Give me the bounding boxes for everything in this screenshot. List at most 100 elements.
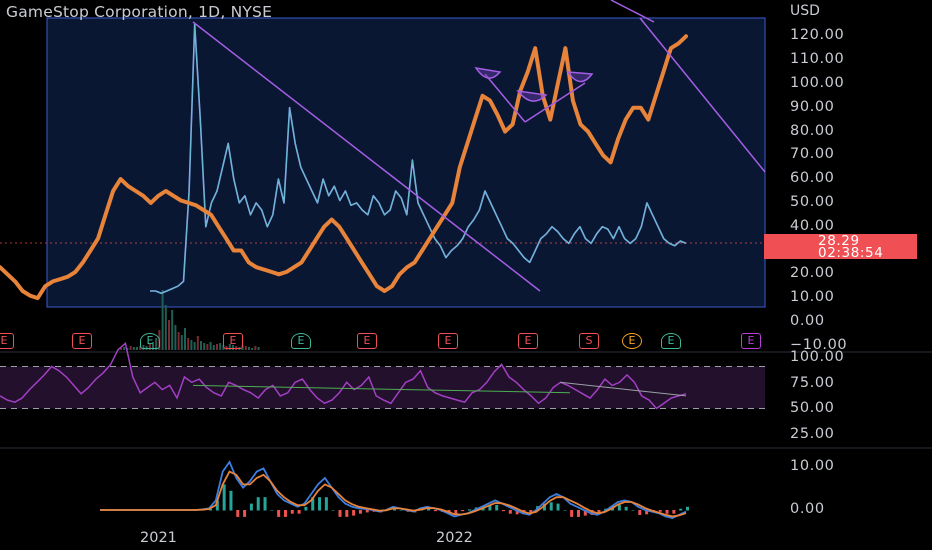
macd-histogram-bar xyxy=(399,510,403,511)
macd-histogram-bar xyxy=(495,504,499,511)
macd-histogram-bar xyxy=(549,502,553,511)
y-tick-label: 0.00 xyxy=(790,313,825,329)
macd-histogram-bar xyxy=(508,510,512,514)
macd-histogram-bar xyxy=(679,508,683,511)
macd-histogram-bar xyxy=(658,510,662,512)
macd-histogram-bar xyxy=(665,510,669,514)
volume-bar xyxy=(164,305,167,350)
volume-bar xyxy=(161,290,164,350)
volume-bar xyxy=(251,348,254,350)
y-tick-label: 110.00 xyxy=(790,51,845,68)
y-tick-label: 60.00 xyxy=(790,170,835,187)
macd-histogram-bar xyxy=(297,510,301,514)
volume-bar xyxy=(171,310,174,350)
macd-histogram-bar xyxy=(467,509,471,511)
macd-histogram-bar xyxy=(576,510,580,517)
y-tick-label: 70.00 xyxy=(790,146,835,163)
earnings-marker[interactable]: S xyxy=(579,333,599,349)
earnings-marker[interactable]: E xyxy=(357,333,377,349)
macd-histogram-bar xyxy=(290,510,294,514)
macd-histogram-bar xyxy=(324,497,328,511)
macd-histogram-bar xyxy=(304,506,308,511)
range-box xyxy=(46,17,766,308)
volume-bar xyxy=(187,338,190,350)
macd-histogram-bar xyxy=(686,506,689,511)
y-tick-label: 100.00 xyxy=(790,75,845,91)
earnings-marker[interactable]: E xyxy=(291,333,311,349)
macd-histogram-bar xyxy=(345,510,349,517)
macd-panel xyxy=(100,460,689,519)
earnings-marker[interactable]: E xyxy=(661,333,681,349)
currency-label: USD xyxy=(790,3,820,19)
volume-bar xyxy=(212,345,215,350)
macd-histogram-bar xyxy=(222,484,226,511)
macd-histogram-bar xyxy=(461,510,465,512)
y-tick-label: 20.00 xyxy=(790,265,835,282)
macd-histogram-bar xyxy=(570,510,574,517)
macd-histogram-bar xyxy=(624,506,628,511)
volume-bar xyxy=(136,347,138,350)
y-tick-label: 120.00 xyxy=(790,27,845,44)
volume-bar xyxy=(216,344,218,350)
macd-histogram-bar xyxy=(556,503,560,511)
y-tick-label: 40.00 xyxy=(790,217,835,234)
volume-bar xyxy=(193,342,196,350)
y-tick-label: 10.00 xyxy=(790,289,835,306)
volume-bar xyxy=(123,347,126,350)
macd-histogram-bar xyxy=(617,504,621,511)
macd-histogram-bar xyxy=(249,503,253,511)
chart-background xyxy=(46,17,766,308)
macd-histogram-bar xyxy=(283,510,287,517)
earnings-marker[interactable]: E xyxy=(622,333,642,349)
macd-tick-label: 10.00 xyxy=(790,458,835,474)
macd-histogram-bar xyxy=(358,510,362,514)
earnings-marker[interactable]: E xyxy=(518,333,538,349)
earnings-marker[interactable]: E xyxy=(223,333,243,349)
macd-histogram-bar xyxy=(672,510,676,514)
macd-histogram-bar xyxy=(229,490,233,511)
earnings-marker[interactable]: E xyxy=(72,333,92,349)
volume-bar xyxy=(203,343,206,350)
macd-histogram-bar xyxy=(318,497,322,511)
macd-histogram-bar xyxy=(352,510,356,516)
earnings-marker-label: E xyxy=(747,334,755,347)
earnings-marker[interactable]: E xyxy=(741,333,761,349)
volume-bar xyxy=(174,325,177,350)
volume-bar xyxy=(248,347,250,350)
y-tick-label: 90.00 xyxy=(790,98,835,115)
earnings-marker[interactable]: E xyxy=(438,333,458,349)
macd-histogram-bar xyxy=(631,510,635,511)
earnings-marker[interactable]: E xyxy=(0,333,14,349)
volume-bar xyxy=(254,346,257,350)
x-tick-label: 2021 xyxy=(140,530,177,546)
macd-histogram-bar xyxy=(277,510,281,517)
volume-bar xyxy=(177,332,180,350)
y-tick-label: 80.00 xyxy=(790,122,835,139)
macd-histogram-bar xyxy=(236,510,240,517)
macd-histogram-bar xyxy=(263,497,267,511)
rsi-tick-label: 25.00 xyxy=(790,425,835,442)
volume-bar xyxy=(257,347,260,350)
volume-bar xyxy=(180,335,183,350)
macd-histogram-bar xyxy=(270,510,274,511)
macd-histogram-bar xyxy=(502,510,506,512)
volume-bar xyxy=(129,346,132,350)
x-tick-label: 2022 xyxy=(436,530,473,546)
volume-bar xyxy=(200,341,202,350)
volume-bar xyxy=(184,328,186,350)
volume-bar xyxy=(168,320,170,350)
rsi-tick-label: 100.00 xyxy=(790,349,845,365)
volume-bar xyxy=(206,344,209,350)
rsi-tick-label: 75.00 xyxy=(790,374,835,391)
macd-histogram-bar xyxy=(331,510,335,511)
y-tick-label: 50.00 xyxy=(790,194,835,210)
macd-histogram-bar xyxy=(243,510,247,517)
macd-histogram-bar xyxy=(256,497,260,511)
earnings-marker[interactable]: E xyxy=(140,333,160,349)
volume-bar xyxy=(244,346,247,350)
macd-histogram-bar xyxy=(563,510,567,511)
macd-histogram-bar xyxy=(365,510,369,513)
macd-histogram-bar xyxy=(638,510,642,515)
volume-bar xyxy=(196,336,199,350)
macd-tick-label: 0.00 xyxy=(790,501,825,517)
